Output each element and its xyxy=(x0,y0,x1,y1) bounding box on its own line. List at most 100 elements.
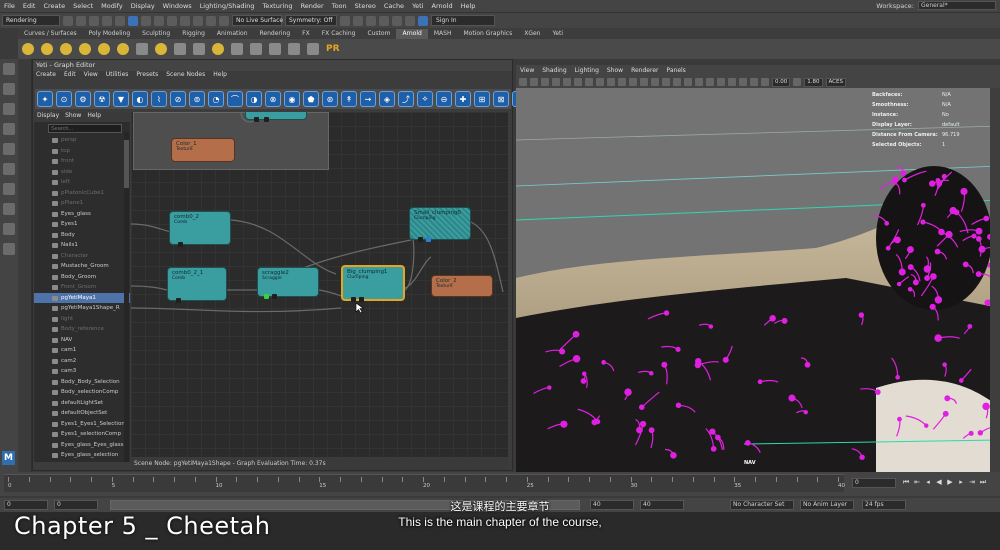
outliner-item[interactable]: cam2 xyxy=(34,356,130,367)
outliner-item[interactable]: light xyxy=(34,314,130,325)
select-component-icon[interactable] xyxy=(154,15,164,26)
render-view-icon[interactable] xyxy=(405,15,415,26)
outliner-item[interactable]: Eyes_glass xyxy=(34,209,130,220)
go-to-end-icon[interactable]: ⏭ xyxy=(979,478,987,486)
shelf-tab-yeti[interactable]: Yeti xyxy=(546,29,569,39)
procedural-icon[interactable] xyxy=(193,43,205,55)
node-small-clumping0[interactable]: Small_clumping0 Clumping xyxy=(409,207,471,242)
move-tool-icon[interactable] xyxy=(3,123,15,135)
redo-icon[interactable] xyxy=(115,15,125,26)
select-tool-icon[interactable] xyxy=(3,63,15,75)
yeti-node-tool-icon[interactable]: ⌒ xyxy=(227,91,243,107)
mesh-light-icon[interactable] xyxy=(60,43,72,55)
yeti-node-tool-icon[interactable]: ⬟ xyxy=(303,91,319,107)
outliner-menu-show[interactable]: Show xyxy=(65,112,81,122)
viewport-menu-view[interactable]: View xyxy=(520,65,534,76)
outliner-item[interactable]: Eyes1_selectionComp xyxy=(34,429,130,440)
shelf-tab-sculpting[interactable]: Sculpting xyxy=(136,29,176,39)
step-back-icon[interactable]: ◂ xyxy=(924,478,932,486)
yeti-node-tool-icon[interactable]: ⌇ xyxy=(151,91,167,107)
outliner-item[interactable]: pPlane1 xyxy=(34,198,130,209)
outliner-item[interactable]: Eyes_glass_Eyes_glass xyxy=(34,440,130,451)
volume-icon[interactable] xyxy=(212,43,224,55)
attribute-editor-tabs[interactable] xyxy=(990,88,1000,472)
shelf-tab-poly-modeling[interactable]: Poly Modeling xyxy=(83,29,137,39)
graph-menu-presets[interactable]: Presets xyxy=(136,71,158,80)
gate-mask-icon[interactable] xyxy=(596,78,604,86)
play-back-icon[interactable]: ◀ xyxy=(935,478,943,486)
shelf-tab-rendering[interactable]: Rendering xyxy=(254,29,297,39)
outliner-item[interactable]: pgYetiMaya1 xyxy=(34,292,130,303)
node-port[interactable] xyxy=(426,237,431,242)
menu-arnold[interactable]: Arnold xyxy=(428,2,457,10)
new-scene-icon[interactable] xyxy=(63,15,73,26)
viewport-menu-panels[interactable]: Panels xyxy=(666,65,685,76)
yeti-node-tool-icon[interactable]: ⚙ xyxy=(75,91,91,107)
ass-export-icon[interactable] xyxy=(250,43,262,55)
textured-icon[interactable] xyxy=(651,78,659,86)
snap-surface-icon[interactable] xyxy=(219,15,229,26)
paint-select-icon[interactable] xyxy=(3,103,15,115)
wireframe-icon[interactable] xyxy=(629,78,637,86)
rotate-tool-icon[interactable] xyxy=(3,143,15,155)
outliner-item[interactable]: pPlatonicCube1 xyxy=(34,188,130,199)
exposure-field[interactable]: 0.00 xyxy=(772,77,791,87)
camera-attr-icon[interactable] xyxy=(530,78,538,86)
outliner-item[interactable]: cam1 xyxy=(34,345,130,356)
ass-import-icon[interactable] xyxy=(269,43,281,55)
color-space-field[interactable]: ACES xyxy=(825,77,846,87)
outliner-item[interactable]: Front_Groom xyxy=(34,282,130,293)
outliner-item[interactable]: front xyxy=(34,156,130,167)
outliner-item[interactable]: Body_Groom xyxy=(34,272,130,283)
exposure-icon[interactable] xyxy=(761,78,769,86)
hypershade-icon[interactable] xyxy=(392,15,402,26)
lasso-tool-icon[interactable] xyxy=(3,83,15,95)
render-frame-icon[interactable] xyxy=(353,15,363,26)
yeti-node-tool-icon[interactable]: ▼ xyxy=(113,91,129,107)
film-gate-icon[interactable] xyxy=(574,78,582,86)
node-color-2[interactable]: Color_2 Texture xyxy=(431,275,493,297)
ao-icon[interactable] xyxy=(684,78,692,86)
open-scene-icon[interactable] xyxy=(76,15,86,26)
shelf-tab-custom[interactable]: Custom xyxy=(361,29,396,39)
texture-icon[interactable] xyxy=(231,43,243,55)
menu-texturing[interactable]: Texturing xyxy=(259,2,297,10)
node-port[interactable] xyxy=(254,117,259,122)
menu-toon[interactable]: Toon xyxy=(328,2,351,10)
shelf-tab-motion-graphics[interactable]: Motion Graphics xyxy=(457,29,518,39)
backface-icon[interactable] xyxy=(750,78,758,86)
viewport-menu-show[interactable]: Show xyxy=(607,65,623,76)
tx-manager-icon[interactable] xyxy=(288,43,300,55)
outliner-menu-help[interactable]: Help xyxy=(87,112,101,122)
pr-icon[interactable]: PR xyxy=(326,44,340,54)
menu-create[interactable]: Create xyxy=(39,2,69,10)
graph-menu-edit[interactable]: Edit xyxy=(64,71,76,80)
viewport-menu-shading[interactable]: Shading xyxy=(542,65,566,76)
sun-light-icon[interactable] xyxy=(117,43,129,55)
step-back-key-icon[interactable]: ⇤ xyxy=(913,478,921,486)
yeti-node-tool-icon[interactable]: ◔ xyxy=(208,91,224,107)
menuset-dropdown[interactable]: Rendering xyxy=(2,15,60,26)
outliner-item[interactable]: defaultObjectSet xyxy=(34,408,130,419)
node-port[interactable] xyxy=(272,294,277,299)
menu-render[interactable]: Render xyxy=(297,2,328,10)
shadows-icon[interactable] xyxy=(673,78,681,86)
snap-grid-icon[interactable] xyxy=(167,15,177,26)
node-port[interactable] xyxy=(176,298,181,303)
yeti-node-tool-icon[interactable]: ◈ xyxy=(379,91,395,107)
light-icon[interactable] xyxy=(155,43,167,55)
yeti-node-tool-icon[interactable]: ✚ xyxy=(455,91,471,107)
license-icon[interactable] xyxy=(307,43,319,55)
graph-menu-create[interactable]: Create xyxy=(36,71,56,80)
select-hierarchy-icon[interactable] xyxy=(128,15,138,26)
yeti-node-tool-icon[interactable]: ⊘ xyxy=(170,91,186,107)
menu-help[interactable]: Help xyxy=(457,2,480,10)
node-comb0-2[interactable]: comb0_2 Comb xyxy=(169,211,231,247)
yeti-node-tool-icon[interactable]: ⊖ xyxy=(436,91,452,107)
outliner-item[interactable]: Body_reference xyxy=(34,324,130,335)
node-color-1[interactable]: Color_1 Texture xyxy=(171,138,235,162)
motion-blur-icon[interactable] xyxy=(695,78,703,86)
outliner-item[interactable]: cam3 xyxy=(34,366,130,377)
live-surface-field[interactable]: No Live Surface xyxy=(232,15,283,26)
render-settings-icon[interactable] xyxy=(379,15,389,26)
